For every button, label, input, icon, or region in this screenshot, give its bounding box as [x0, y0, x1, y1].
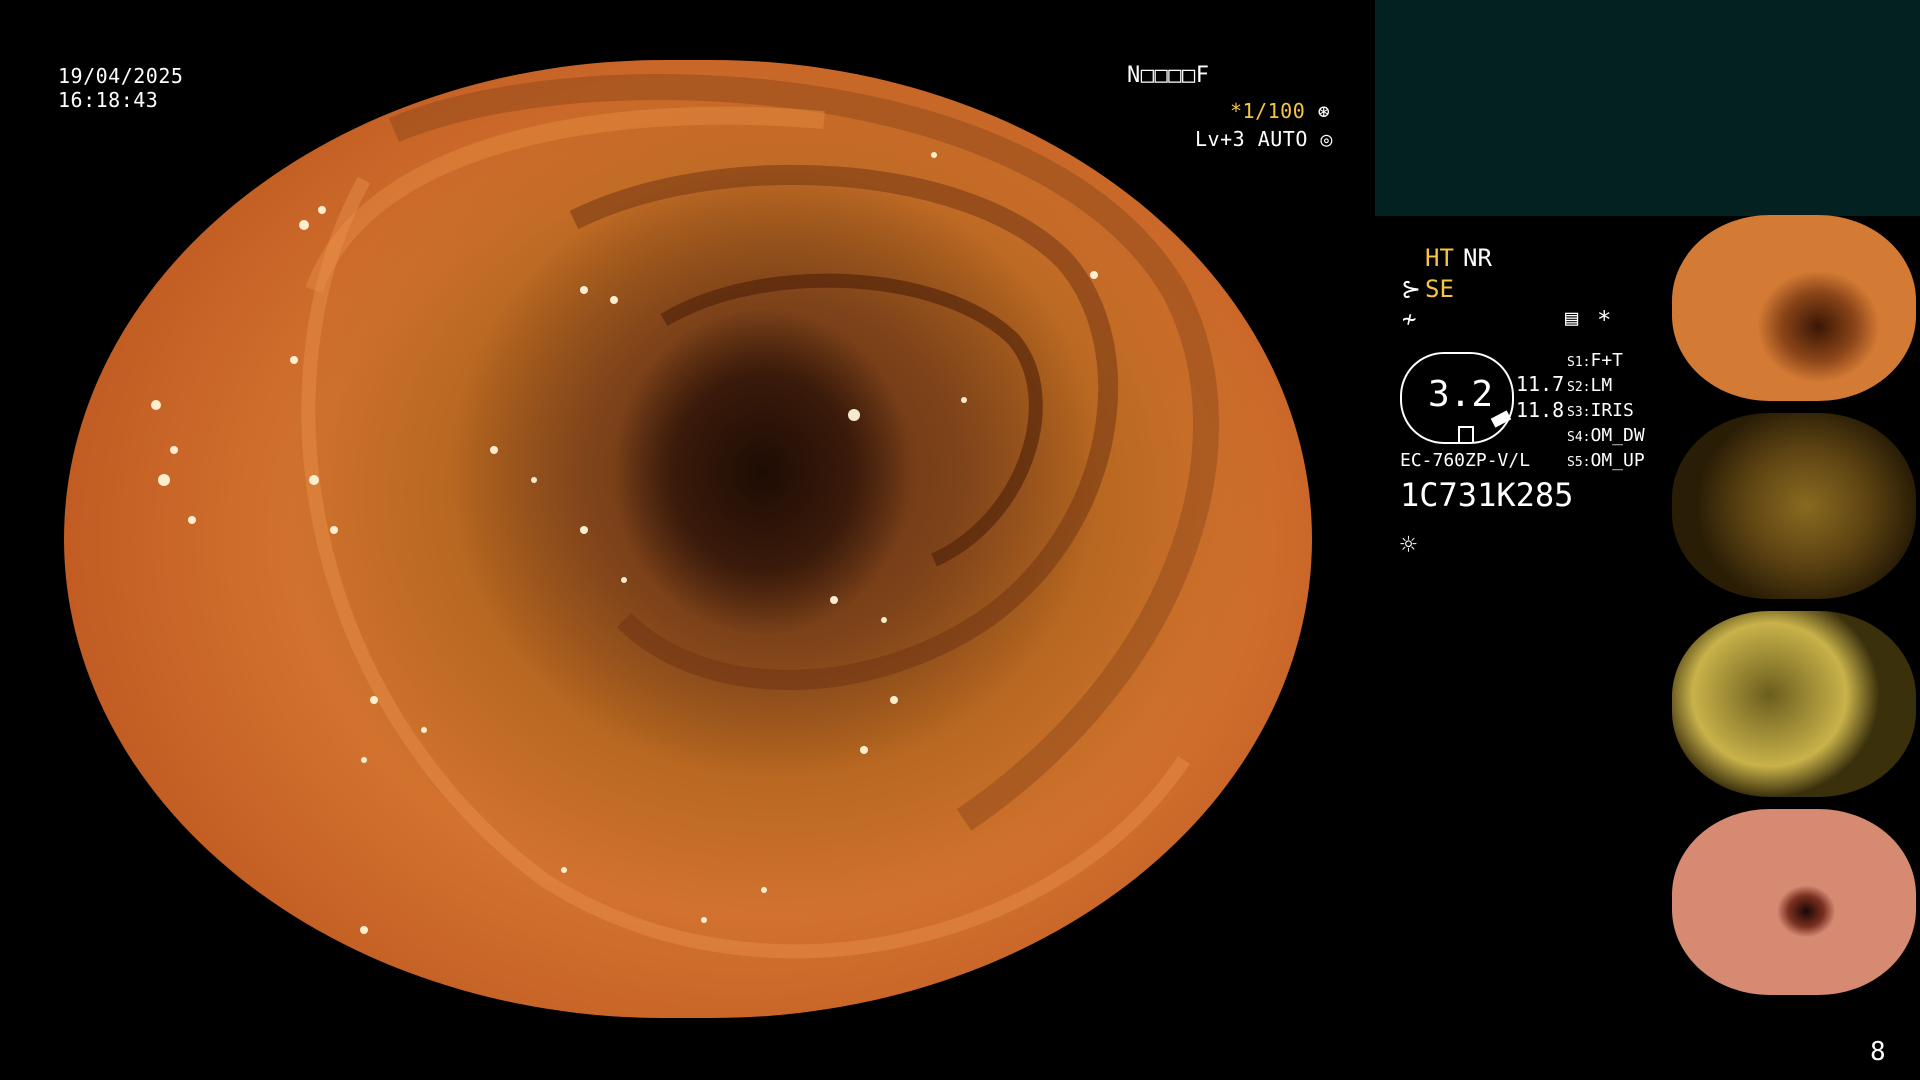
switch-row: S5:OM_UP — [1567, 450, 1645, 471]
switch-row: S4:OM_DW — [1567, 425, 1645, 446]
memory-icon: ▤ — [1565, 306, 1579, 331]
level-value: Lv+3 AUTO — [1195, 127, 1308, 151]
thumbnail-image[interactable]: 1C731K285 — [1672, 215, 1916, 401]
thumbnail-stamp: 1C731K285 — [1676, 589, 1714, 597]
value-b: 11.8 — [1516, 398, 1565, 422]
nr-label: NR — [1463, 244, 1492, 272]
right-info-panel — [1375, 0, 1920, 216]
thumbnail-count: 8 — [1870, 1037, 1887, 1067]
switch-row: S1:F+T — [1567, 350, 1623, 371]
filter-icon: ≁ — [1402, 305, 1417, 333]
iris-icon: ◎ — [1320, 127, 1333, 151]
thumbnail-image[interactable]: 1C731K285 — [1672, 611, 1916, 797]
shutter-speed: *1/100 ⊛ — [1230, 99, 1330, 123]
thumbnail-stamp: 1C731K285 — [1676, 787, 1714, 795]
asterisk-marker: * — [1597, 306, 1612, 334]
zoom-mark — [1458, 426, 1474, 442]
light-icon: ☼ — [1400, 528, 1417, 561]
thumbnail-stamp: 1C731K285 — [1676, 391, 1714, 399]
se-label: SE — [1425, 275, 1454, 303]
zoom-value: 3.2 — [1428, 374, 1494, 415]
thumbnail-image[interactable]: 1C731K285 — [1672, 809, 1916, 995]
serial-number: 1C731K285 — [1400, 476, 1574, 514]
endoscope-main-view — [64, 60, 1312, 1018]
zoom-indicator: 3.2 — [1400, 352, 1514, 444]
switch-row: S2:LM — [1567, 375, 1613, 396]
ht-label: HT — [1425, 244, 1454, 272]
date-label: 19/04/2025 — [58, 64, 184, 88]
structure-enhance-icon: ⊱ — [1401, 275, 1422, 303]
scope-type: EC-760ZP-V/L — [1400, 450, 1531, 471]
zoom-handle — [1490, 410, 1512, 428]
patient-id: N□□□□F — [1127, 63, 1210, 88]
shutter-value: *1/100 — [1230, 99, 1306, 123]
thumbnail-column: 1C731K285 1C731K285 1C731K285 1C731K285 — [1672, 215, 1920, 1007]
switch-list: S1:F+T S2:LM S3:IRIS S4:OM_DW S5:OM_UP — [1567, 350, 1645, 475]
time-label: 16:18:43 — [58, 88, 159, 112]
value-a: 11.7 — [1516, 372, 1565, 396]
thumbnail-image[interactable]: 1C731K285 — [1672, 413, 1916, 599]
aperture-icon: ⊛ — [1317, 99, 1331, 123]
level-indicator: Lv+3 AUTO ◎ — [1195, 127, 1333, 151]
switch-row: S3:IRIS — [1567, 400, 1634, 421]
thumbnail-stamp: 1C731K285 — [1676, 985, 1714, 993]
